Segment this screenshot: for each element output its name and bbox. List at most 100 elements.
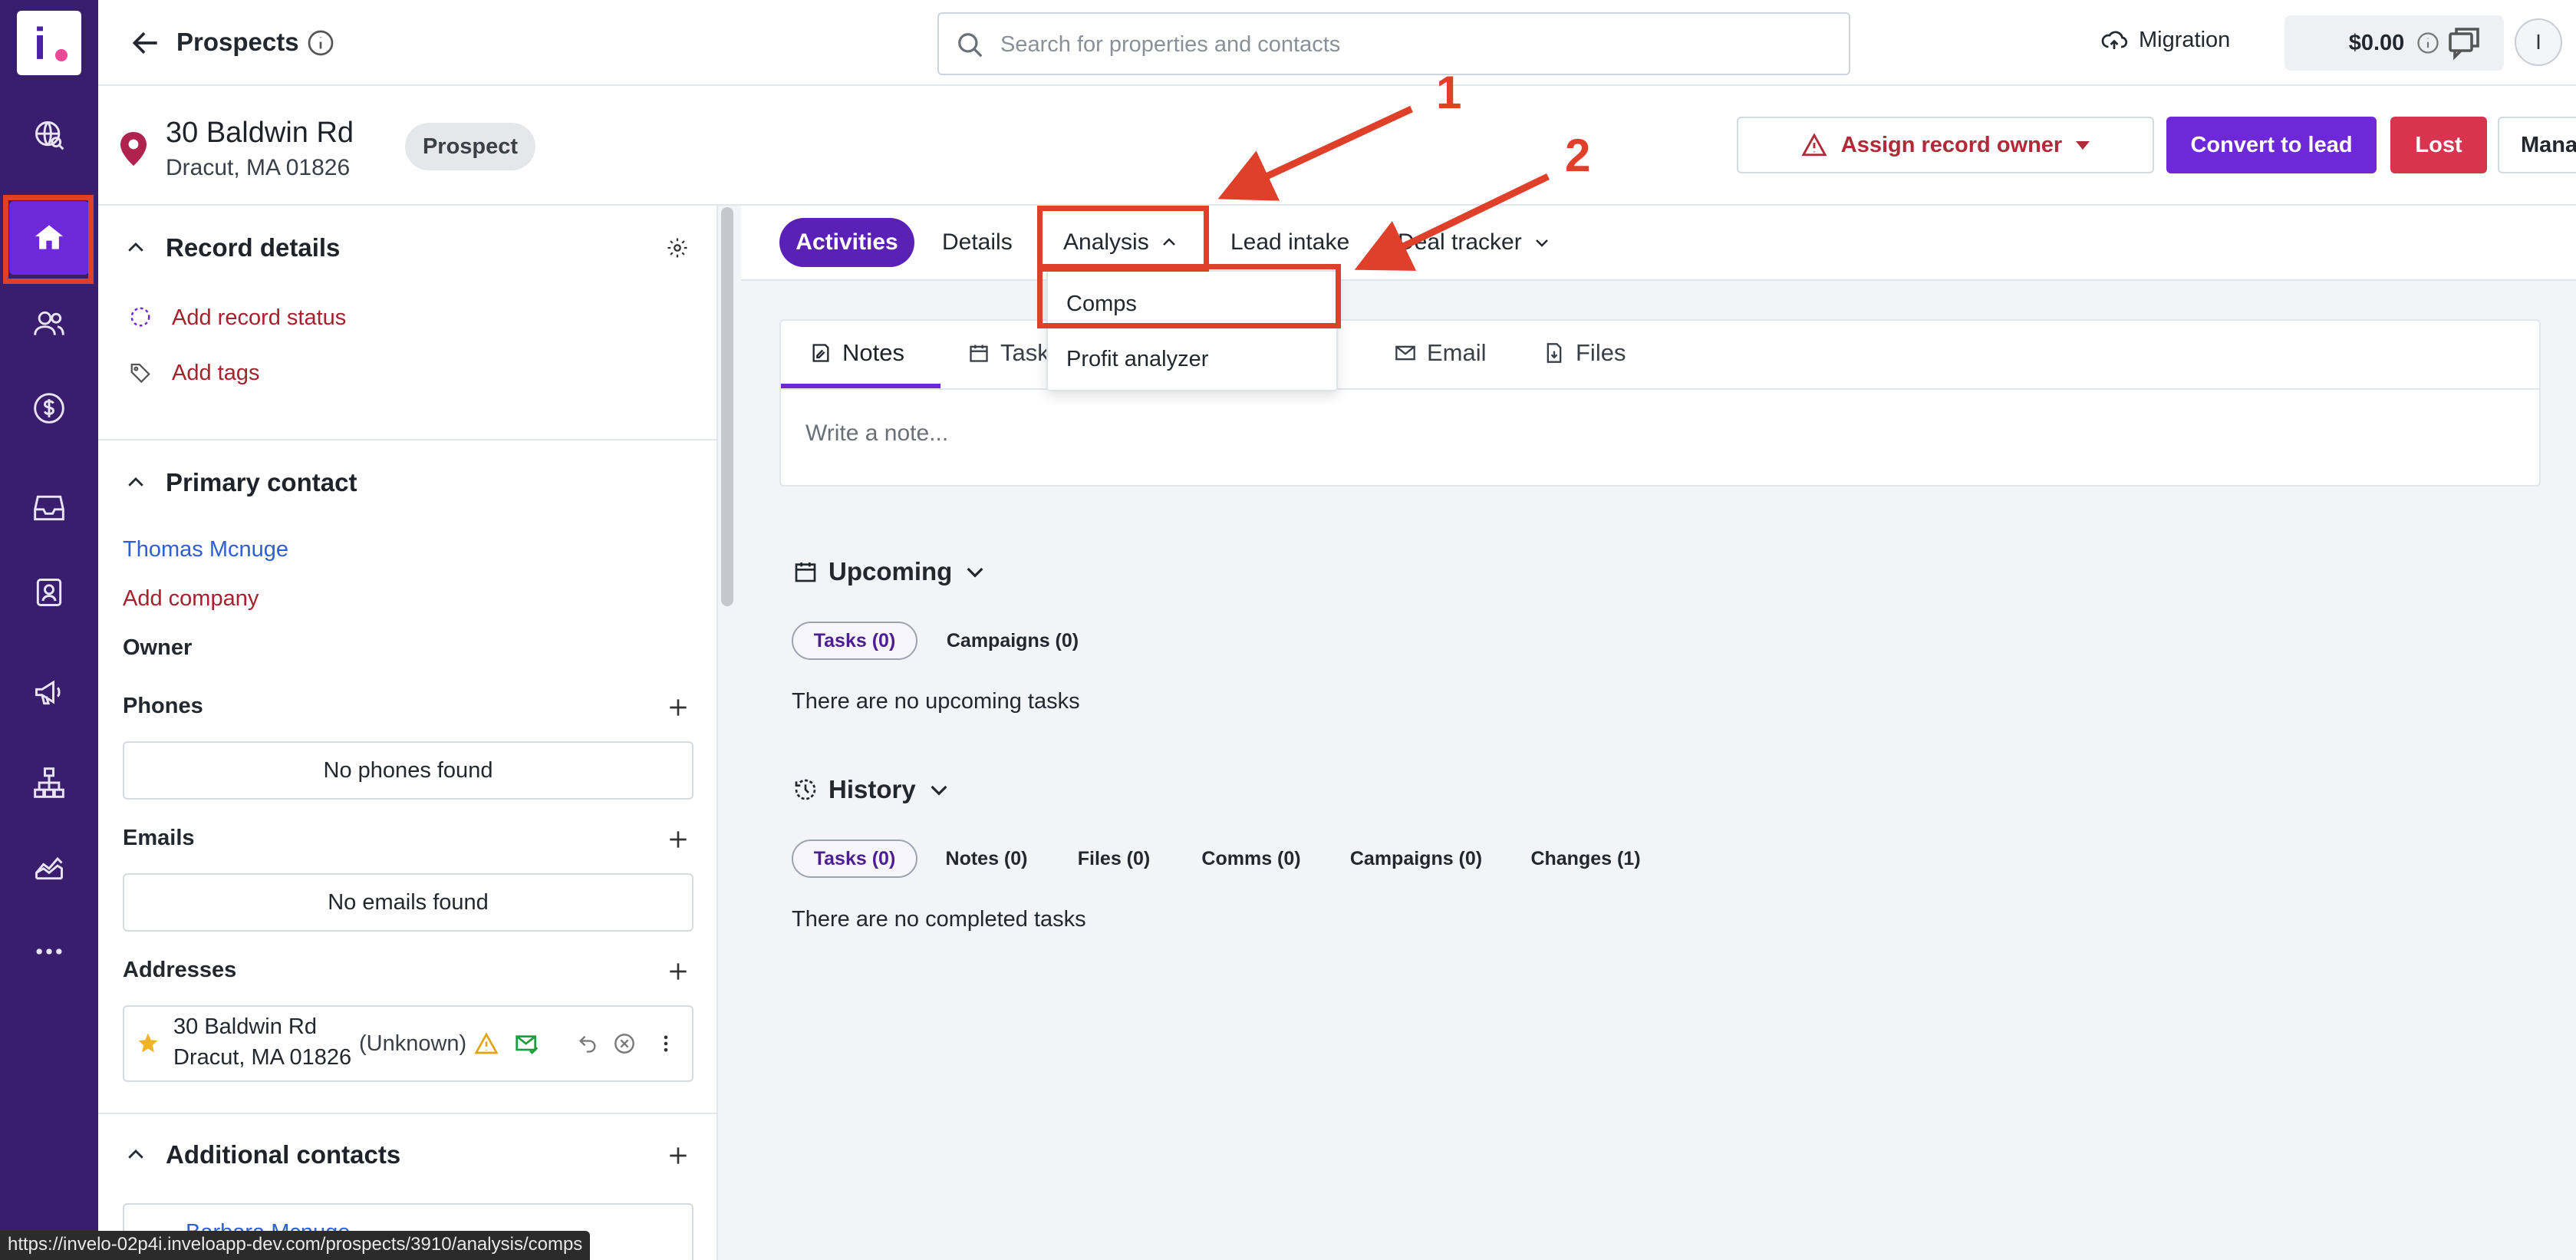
migration-label: Migration: [2139, 27, 2231, 52]
convert-to-lead-button[interactable]: Convert to lead: [2166, 117, 2377, 173]
activity-composer: Notes Tasks Email Files: [779, 319, 2541, 487]
chevron-up-icon: [128, 477, 143, 487]
section-divider: [98, 1113, 716, 1114]
left-panel-scrollbar[interactable]: [721, 207, 733, 606]
megaphone-icon[interactable]: [9, 655, 89, 729]
note-input[interactable]: [805, 421, 2493, 447]
tab-lead-intake[interactable]: Lead intake: [1230, 218, 1349, 267]
manage-button[interactable]: Manage: [2498, 117, 2576, 173]
address-item-status: (Unknown): [359, 1031, 467, 1056]
primary-contact-header[interactable]: Primary contact: [124, 468, 357, 497]
balance-amount: $0.00: [2348, 30, 2405, 55]
history-files-pill[interactable]: Files (0): [1068, 839, 1160, 878]
org-chart-icon[interactable]: [9, 746, 89, 820]
calendar-icon: [795, 562, 816, 582]
chevron-up-icon: [128, 242, 143, 252]
mail-check-icon[interactable]: [514, 1031, 540, 1056]
analytics-chart-icon[interactable]: [9, 830, 89, 904]
tag-icon: [130, 363, 150, 384]
record-address-line2: Dracut, MA 01826: [166, 155, 351, 180]
record-details-header[interactable]: Record details: [124, 233, 340, 262]
caret-down-icon: [2076, 140, 2090, 150]
left-details-panel: Record details Add record status Add tag…: [98, 206, 718, 1260]
warning-icon: [1801, 133, 1827, 157]
info-icon: [2417, 32, 2439, 54]
app-logo[interactable]: i: [17, 11, 81, 75]
note-icon: [812, 344, 829, 362]
history-notes-pill[interactable]: Notes (0): [936, 839, 1037, 878]
activity-tab-files[interactable]: Files: [1543, 339, 1626, 367]
upcoming-empty-message: There are no upcoming tasks: [792, 689, 1080, 714]
back-arrow-icon[interactable]: [129, 26, 163, 60]
history-title: History: [828, 775, 916, 803]
history-comms-pill[interactable]: Comms (0): [1188, 839, 1315, 878]
annotation-label-2: 2: [1565, 130, 1591, 181]
highlight-comps-box: [1037, 264, 1341, 328]
tab-deal-tracker[interactable]: Deal tracker: [1398, 218, 1551, 267]
additional-contacts-header[interactable]: Additional contacts: [124, 1140, 400, 1169]
add-company-link[interactable]: Add company: [123, 586, 259, 612]
history-tasks-pill[interactable]: Tasks (0): [792, 839, 917, 878]
chevron-down-icon: [931, 785, 947, 796]
remove-circle-icon[interactable]: [614, 1033, 635, 1054]
undo-icon[interactable]: [577, 1033, 598, 1054]
history-empty-message: There are no completed tasks: [792, 907, 1086, 932]
history-campaigns-pill[interactable]: Campaigns (0): [1339, 839, 1493, 878]
highlight-home-box: [3, 195, 94, 284]
page-title: Prospects: [176, 28, 299, 56]
primary-contact-title: Primary contact: [166, 468, 357, 496]
assign-owner-button[interactable]: Assign record owner: [1737, 117, 2154, 173]
tab-details[interactable]: Details: [942, 218, 1013, 267]
info-icon[interactable]: [307, 29, 334, 57]
add-contact-plus-icon[interactable]: [666, 1143, 690, 1168]
user-avatar[interactable]: I: [2515, 18, 2562, 66]
add-record-status-link[interactable]: Add record status: [172, 305, 346, 331]
chevron-up-icon: [128, 1150, 143, 1159]
warning-icon: [474, 1032, 499, 1054]
left-nav-rail: i: [0, 0, 98, 1260]
add-tags-link[interactable]: Add tags: [172, 361, 259, 386]
chevron-down-icon: [1535, 239, 1548, 247]
address-item[interactable]: 30 Baldwin Rd Dracut, MA 01826 (Unknown): [123, 1005, 693, 1082]
stage-badge: Prospect: [405, 123, 535, 170]
upcoming-title: Upcoming: [828, 557, 953, 585]
assign-owner-label: Assign record owner: [1840, 132, 2063, 157]
activity-tab-email[interactable]: Email: [1395, 339, 1487, 367]
globe-search-icon[interactable]: [9, 98, 89, 172]
top-bar: Prospects Migration $0.00 I: [98, 0, 2576, 86]
lost-button[interactable]: Lost: [2390, 117, 2487, 173]
upcoming-tasks-pill[interactable]: Tasks (0): [792, 622, 917, 660]
status-url-tooltip: https://invelo-02p4i.inveloapp-dev.com/p…: [0, 1231, 591, 1260]
migration-button[interactable]: Migration: [2100, 26, 2230, 54]
contact-card-icon[interactable]: [9, 556, 89, 629]
chevron-down-icon: [967, 567, 983, 578]
history-changes-pill[interactable]: Changes (1): [1522, 839, 1649, 878]
record-details-title: Record details: [166, 233, 341, 262]
search-box[interactable]: [937, 12, 1850, 75]
menu-item-profit-analyzer[interactable]: Profit analyzer: [1066, 347, 1208, 372]
history-header[interactable]: History: [793, 775, 951, 804]
more-icon[interactable]: [9, 915, 89, 988]
upcoming-header[interactable]: Upcoming: [793, 557, 987, 586]
chat-icon[interactable]: [2446, 25, 2482, 61]
cloud-sync-icon: [2101, 31, 2128, 49]
add-email-plus-icon[interactable]: [666, 827, 690, 852]
contacts-icon[interactable]: [9, 287, 89, 361]
mail-icon: [1395, 345, 1415, 361]
upcoming-campaigns-pill[interactable]: Campaigns (0): [939, 622, 1086, 660]
dollar-icon[interactable]: [9, 371, 89, 445]
contact-name-link[interactable]: Thomas Mcnuge: [123, 537, 288, 562]
activity-tab-files-label: Files: [1576, 339, 1626, 366]
star-icon[interactable]: [137, 1031, 160, 1054]
phones-empty-box: No phones found: [123, 741, 693, 800]
gear-icon[interactable]: [666, 236, 689, 259]
tab-activities[interactable]: Activities: [779, 218, 914, 267]
activity-tab-notes[interactable]: Notes: [810, 339, 904, 367]
inbox-icon[interactable]: [9, 471, 89, 545]
addresses-label: Addresses: [123, 958, 237, 982]
add-address-plus-icon[interactable]: [666, 959, 690, 984]
address-item-line1: 30 Baldwin Rd: [173, 1014, 317, 1039]
search-input[interactable]: [1000, 26, 1829, 63]
add-phone-plus-icon[interactable]: [666, 695, 690, 720]
kebab-menu-icon[interactable]: [655, 1033, 677, 1054]
